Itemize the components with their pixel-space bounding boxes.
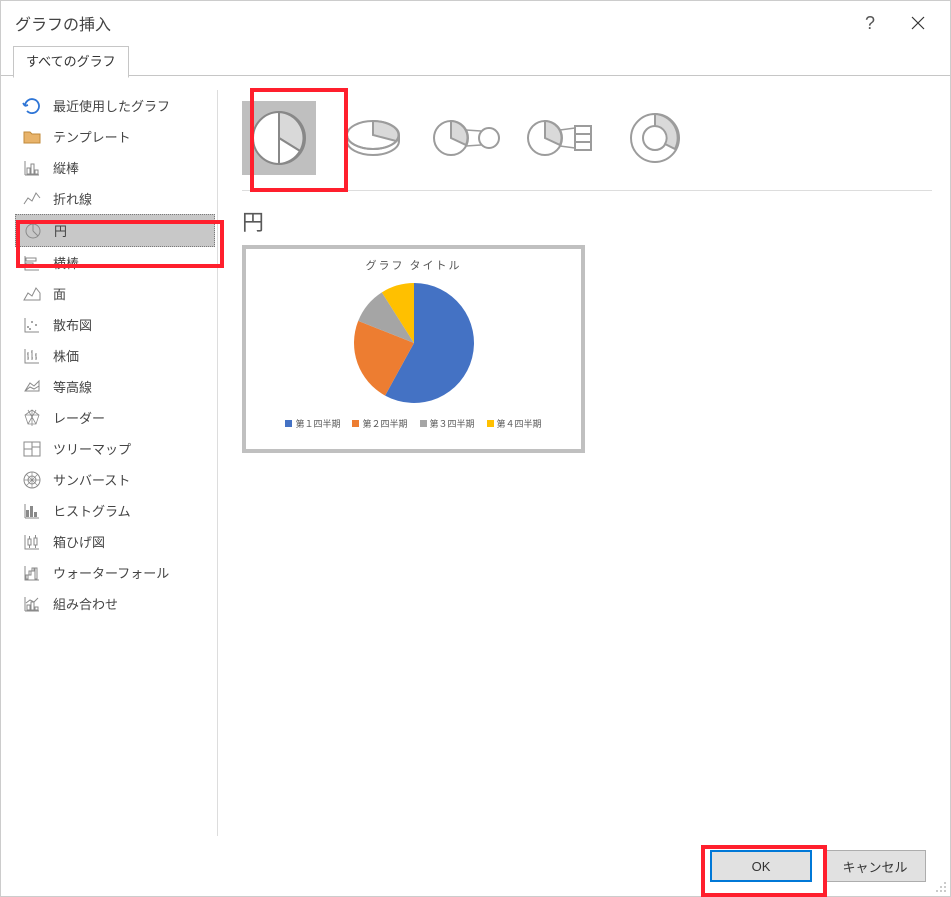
- column-chart-icon: [21, 157, 43, 179]
- sidebar-item-label: 折れ線: [53, 189, 92, 208]
- sidebar-item-label: 組み合わせ: [53, 594, 118, 613]
- sidebar-item-label: 縦棒: [53, 158, 79, 177]
- sidebar-item-pie[interactable]: 円: [15, 214, 215, 247]
- sidebar-item-scatter[interactable]: 散布図: [15, 309, 215, 340]
- histogram-chart-icon: [21, 500, 43, 522]
- insert-chart-dialog: グラフの挿入 ? すべてのグラフ 最近使用したグラフ テンプレート 縦棒: [0, 0, 951, 897]
- sidebar-item-surface[interactable]: 等高線: [15, 371, 215, 402]
- chart-preview-title: グラフ タイトル: [365, 257, 461, 273]
- sidebar-item-bar[interactable]: 横棒: [15, 247, 215, 278]
- subtype-bar-of-pie[interactable]: [524, 101, 598, 175]
- sidebar-item-combo[interactable]: 組み合わせ: [15, 588, 215, 619]
- ok-button[interactable]: OK: [710, 850, 812, 882]
- divider: [242, 190, 932, 191]
- legend-item: 第１四半期: [285, 417, 340, 430]
- chart-detail-pane: 円 グラフ タイトル 第１四半期 第２四半期 第３四半期 第４四半期: [242, 90, 932, 836]
- sidebar-item-label: ウォーターフォール: [53, 563, 169, 582]
- sidebar-item-label: ツリーマップ: [53, 439, 131, 458]
- sidebar-item-label: 横棒: [53, 253, 79, 272]
- chart-category-sidebar: 最近使用したグラフ テンプレート 縦棒 折れ線 円 横棒: [15, 90, 218, 836]
- sidebar-item-histogram[interactable]: ヒストグラム: [15, 495, 215, 526]
- subtype-title: 円: [242, 205, 932, 237]
- help-button[interactable]: ?: [846, 1, 894, 45]
- dialog-body: 最近使用したグラフ テンプレート 縦棒 折れ線 円 横棒: [1, 76, 950, 836]
- tabstrip: すべてのグラフ: [1, 45, 950, 76]
- dialog-title: グラフの挿入: [15, 11, 111, 35]
- sidebar-item-column[interactable]: 縦棒: [15, 152, 215, 183]
- pie-3d-icon: [342, 117, 404, 159]
- titlebar: グラフの挿入 ?: [1, 1, 950, 45]
- doughnut-icon: [626, 109, 684, 167]
- subtype-pie-3d[interactable]: [336, 101, 410, 175]
- radar-chart-icon: [21, 407, 43, 429]
- boxwhisker-chart-icon: [21, 531, 43, 553]
- folder-icon: [21, 126, 43, 148]
- sidebar-item-label: レーダー: [53, 408, 105, 427]
- sidebar-item-label: 箱ひげ図: [53, 532, 105, 551]
- pie-2d-icon: [248, 107, 310, 169]
- sidebar-item-label: 株価: [53, 346, 79, 365]
- resize-grip-icon[interactable]: [933, 879, 947, 893]
- sidebar-item-label: 等高線: [53, 377, 92, 396]
- legend-swatch: [420, 420, 427, 427]
- bar-of-pie-icon: [525, 115, 597, 161]
- sidebar-item-area[interactable]: 面: [15, 278, 215, 309]
- legend-item: 第３四半期: [420, 417, 475, 430]
- pie-of-pie-icon: [431, 115, 503, 161]
- legend-label: 第４四半期: [497, 417, 542, 430]
- sidebar-item-stock[interactable]: 株価: [15, 340, 215, 371]
- stock-chart-icon: [21, 345, 43, 367]
- line-chart-icon: [21, 188, 43, 210]
- pie-subtype-row: [242, 90, 932, 186]
- bar-chart-icon: [21, 252, 43, 274]
- sidebar-item-label: 最近使用したグラフ: [53, 96, 170, 115]
- sidebar-item-sunburst[interactable]: サンバースト: [15, 464, 215, 495]
- dialog-footer: OK キャンセル: [1, 836, 950, 896]
- treemap-chart-icon: [21, 438, 43, 460]
- legend-label: 第１四半期: [295, 417, 340, 430]
- sidebar-item-label: ヒストグラム: [53, 501, 131, 520]
- sidebar-item-line[interactable]: 折れ線: [15, 183, 215, 214]
- legend-item: 第４四半期: [487, 417, 542, 430]
- legend-label: 第２四半期: [362, 417, 407, 430]
- sidebar-item-templates[interactable]: テンプレート: [15, 121, 215, 152]
- chart-preview[interactable]: グラフ タイトル 第１四半期 第２四半期 第３四半期 第４四半期: [242, 245, 585, 453]
- sidebar-item-label: サンバースト: [53, 470, 130, 489]
- legend-swatch: [352, 420, 359, 427]
- subtype-doughnut[interactable]: [618, 101, 692, 175]
- waterfall-chart-icon: [21, 562, 43, 584]
- scatter-chart-icon: [21, 314, 43, 336]
- sidebar-item-treemap[interactable]: ツリーマップ: [15, 433, 215, 464]
- tab-all-charts[interactable]: すべてのグラフ: [13, 46, 129, 78]
- sidebar-item-boxwhisker[interactable]: 箱ひげ図: [15, 526, 215, 557]
- subtype-pie-of-pie[interactable]: [430, 101, 504, 175]
- sidebar-item-label: 面: [53, 284, 66, 303]
- legend-swatch: [285, 420, 292, 427]
- pie-chart-icon: [22, 220, 44, 242]
- cancel-button[interactable]: キャンセル: [824, 850, 926, 882]
- pie-chart-preview-svg: [344, 273, 484, 413]
- recent-icon: [21, 95, 43, 117]
- sidebar-item-label: 円: [54, 221, 67, 240]
- legend-item: 第２四半期: [352, 417, 407, 430]
- sidebar-item-label: 散布図: [53, 315, 92, 334]
- sidebar-item-waterfall[interactable]: ウォーターフォール: [15, 557, 215, 588]
- close-icon: [911, 16, 925, 30]
- chart-legend: 第１四半期 第２四半期 第３四半期 第４四半期: [285, 417, 541, 430]
- close-button[interactable]: [894, 1, 942, 45]
- sidebar-item-recent[interactable]: 最近使用したグラフ: [15, 90, 215, 121]
- legend-label: 第３四半期: [430, 417, 475, 430]
- sidebar-item-radar[interactable]: レーダー: [15, 402, 215, 433]
- subtype-pie-2d[interactable]: [242, 101, 316, 175]
- combo-chart-icon: [21, 593, 43, 615]
- sunburst-chart-icon: [21, 469, 43, 491]
- legend-swatch: [487, 420, 494, 427]
- sidebar-item-label: テンプレート: [53, 127, 131, 146]
- area-chart-icon: [21, 283, 43, 305]
- surface-chart-icon: [21, 376, 43, 398]
